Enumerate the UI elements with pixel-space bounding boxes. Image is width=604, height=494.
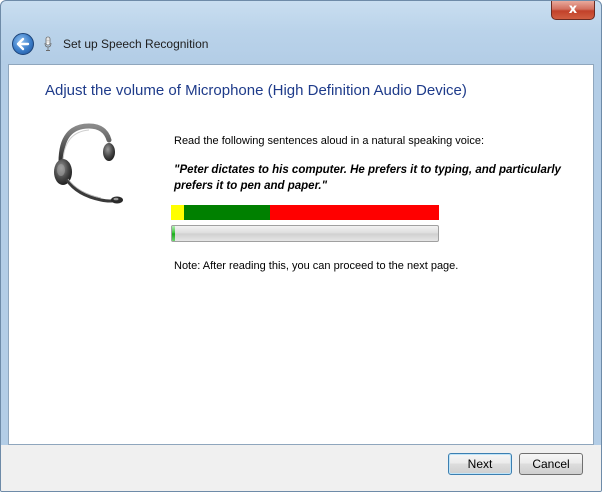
- sample-sentence: "Peter dictates to his computer. He pref…: [174, 164, 561, 192]
- next-button[interactable]: Next: [448, 453, 512, 475]
- back-arrow-icon: [16, 37, 30, 51]
- cancel-button[interactable]: Cancel: [519, 453, 583, 475]
- volume-zone-bar: [171, 205, 439, 220]
- volume-zone-good: [184, 205, 271, 220]
- volume-zone-low: [171, 205, 185, 220]
- headset-icon: [54, 123, 123, 204]
- volume-zone-loud: [270, 205, 439, 220]
- window-title: Set up Speech Recognition: [63, 37, 209, 51]
- note-text: Note: After reading this, you can procee…: [174, 260, 459, 272]
- wizard-window: x Set up Speech Recognition Adjust the v…: [0, 0, 602, 492]
- volume-meter-fill: [172, 226, 175, 241]
- close-button[interactable]: x: [551, 1, 595, 20]
- instruction-text: Read the following sentences aloud in a …: [174, 135, 485, 147]
- page-heading: Adjust the volume of Microphone (High De…: [45, 82, 467, 99]
- volume-meter: [171, 225, 439, 242]
- back-button[interactable]: [12, 33, 34, 55]
- microphone-icon: [44, 36, 52, 51]
- content-panel: Adjust the volume of Microphone (High De…: [8, 64, 594, 445]
